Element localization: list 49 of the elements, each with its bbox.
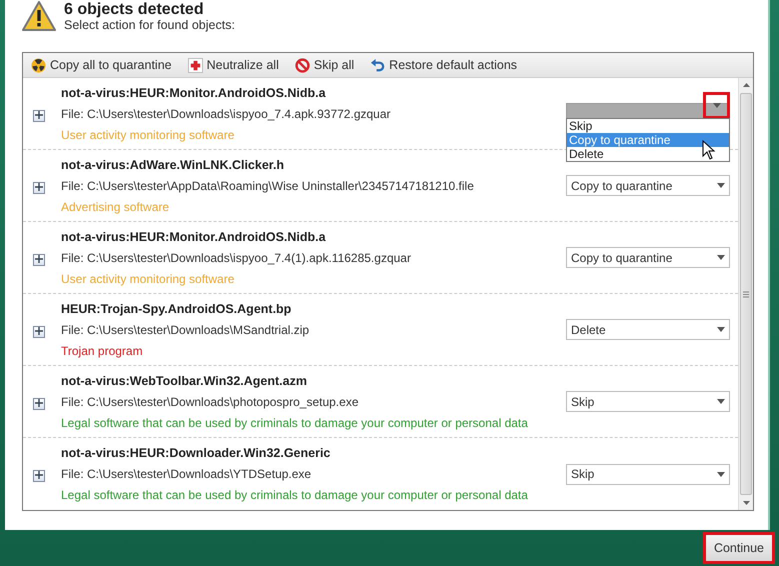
undo-icon — [370, 58, 386, 72]
forbidden-icon — [294, 58, 310, 72]
expand-icon[interactable] — [33, 326, 45, 338]
object-category: Legal software that can be used by criminals to damage your computer or personal data — [61, 416, 529, 430]
first-aid-icon — [188, 58, 203, 72]
object-category: User activity monitoring software — [61, 128, 236, 142]
continue-button[interactable]: Continue — [702, 532, 775, 564]
file-path: File: C:\Users\tester\AppData\Roaming\Wise Uninstaller\23457147181210.file — [61, 178, 475, 192]
radiation-icon — [31, 58, 46, 72]
caret-icon — [717, 399, 725, 404]
toolbar-button[interactable]: Neutralize all — [188, 58, 279, 72]
action-dropdown[interactable]: Delete — [566, 319, 730, 340]
expand-icon[interactable] — [33, 110, 45, 122]
caret-icon — [712, 103, 720, 108]
expand-icon[interactable] — [33, 398, 45, 410]
warning-icon — [22, 1, 56, 31]
object-name: not-a-virus:HEUR:Monitor.AndroidOS.Nidb.a — [61, 86, 327, 100]
file-path: File: C:\Users\tester\Downloads\ispyoo_7.4(1).apk.116285.gzquar — [61, 250, 412, 264]
object-name: HEUR:Trojan-Spy.AndroidOS.Agent.bp — [61, 302, 292, 316]
action-dropdown[interactable]: Copy to quarantine — [566, 247, 730, 268]
object-category: Trojan program — [61, 344, 144, 358]
object-name: not-a-virus:WebToolbar.Win32.Agent.azm — [61, 374, 308, 388]
caret-icon — [717, 327, 725, 332]
action-dropdown[interactable]: Copy to quarantine — [566, 175, 730, 196]
object-name: not-a-virus:HEUR:Downloader.Win32.Generic — [61, 446, 332, 460]
caret-icon — [717, 255, 725, 260]
object-name: not-a-virus:AdWare.WinLNK.Clicker.h — [61, 158, 286, 172]
toolbar-button[interactable]: Copy all to quarantine — [31, 58, 172, 72]
file-path: File: C:\Users\tester\Downloads\ispyoo_7.4.apk.93772.gzquar — [61, 106, 392, 120]
scrollbar[interactable] — [738, 78, 753, 510]
object-category: Advertising software — [61, 200, 170, 214]
toolbar-button[interactable]: Restore default actions — [370, 58, 518, 72]
expand-icon[interactable] — [33, 470, 45, 482]
dialog-title: 6 objects detected — [64, 1, 205, 18]
action-dropdown[interactable]: Skip — [566, 464, 730, 484]
object-name: not-a-virus:HEUR:Monitor.AndroidOS.Nidb.a — [61, 230, 327, 244]
grip-icon — [743, 290, 749, 298]
caret-icon — [717, 183, 725, 188]
toolbar-button[interactable]: Skip all — [294, 58, 354, 72]
file-path: File: C:\Users\tester\Downloads\photopospro_setup.exe — [61, 394, 360, 408]
object-category: Legal software that can be used by criminals to damage your computer or personal data — [61, 488, 529, 502]
expand-icon[interactable] — [33, 254, 45, 266]
caret-icon — [717, 472, 725, 476]
expand-icon[interactable] — [33, 182, 45, 194]
file-path: File: C:\Users\tester\Downloads\MSandtrial.zip — [61, 322, 310, 336]
action-dropdown[interactable]: Skip — [566, 391, 730, 412]
file-path: File: C:\Users\tester\Downloads\YTDSetup.exe — [61, 467, 312, 481]
object-category: User activity monitoring software — [61, 272, 236, 286]
dialog-subtitle: Select action for found objects: — [64, 18, 235, 32]
